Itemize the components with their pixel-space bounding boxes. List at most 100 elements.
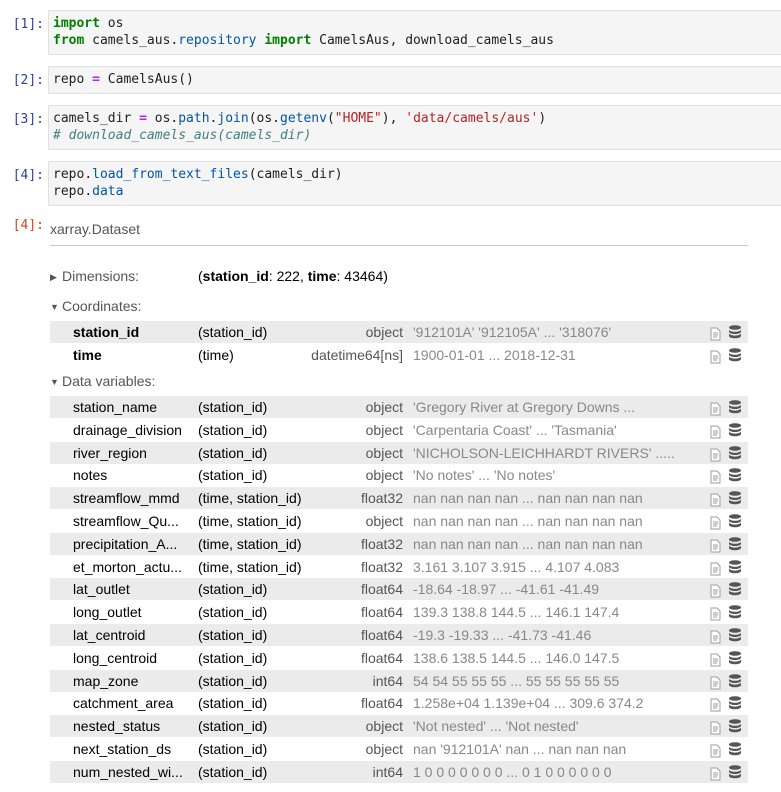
- variable-row[interactable]: precipitation_A... (time, station_id) floa…: [50, 532, 748, 555]
- var-dims: (station_id): [198, 581, 268, 598]
- code-line: from camels_aus.repository import Camels…: [53, 33, 554, 48]
- variable-row[interactable]: station_name (station_id) object 'Gregory R…: [50, 396, 748, 418]
- file-text-icon[interactable]: [708, 348, 722, 364]
- var-dtype: float64: [360, 627, 403, 643]
- database-icon[interactable]: [727, 422, 743, 438]
- file-text-icon[interactable]: [708, 400, 722, 416]
- database-icon[interactable]: [727, 399, 743, 415]
- var-dtype: float32: [360, 558, 403, 575]
- code-input[interactable]: repo = CamelsAus(): [48, 66, 781, 94]
- database-icon[interactable]: [727, 718, 743, 734]
- database-icon[interactable]: [727, 764, 743, 780]
- var-preview: 'No notes' ... 'No notes': [413, 467, 556, 484]
- file-text-icon[interactable]: [708, 325, 722, 341]
- database-icon[interactable]: [727, 741, 743, 757]
- database-icon[interactable]: [727, 347, 743, 363]
- database-icon[interactable]: [727, 673, 743, 689]
- dimensions-section-toggle[interactable]: ▶ Dimensions:: [50, 268, 139, 284]
- var-name: long_outlet: [73, 604, 142, 621]
- database-icon[interactable]: [727, 324, 743, 340]
- variable-row[interactable]: river_region (station_id) object 'NICHOLSON…: [50, 441, 748, 464]
- variable-row[interactable]: next_station_ds (station_id) object nan '91…: [50, 738, 748, 760]
- code-input[interactable]: camels_dir = os.path.join(os.getenv("HOM…: [48, 105, 781, 150]
- database-icon[interactable]: [727, 559, 743, 575]
- var-dtype: object: [365, 718, 403, 735]
- var-dims: (station_id): [198, 467, 268, 484]
- file-text-icon[interactable]: [708, 674, 722, 690]
- var-dims: (station_id): [198, 718, 268, 735]
- dataset-title: xarray.Dataset: [50, 221, 140, 237]
- file-text-icon[interactable]: [708, 491, 722, 507]
- file-text-icon[interactable]: [708, 514, 722, 530]
- database-icon[interactable]: [727, 536, 743, 552]
- var-dtype: float64: [360, 649, 403, 666]
- var-dtype: object: [365, 399, 403, 415]
- var-name: station_name: [73, 399, 158, 415]
- file-text-icon[interactable]: [708, 605, 722, 621]
- file-text-icon[interactable]: [708, 423, 722, 439]
- var-dtype: float64: [360, 604, 403, 621]
- code-line: camels_dir = os.path.join(os.getenv("HOM…: [53, 111, 547, 126]
- var-name: et_morton_actu...: [73, 558, 182, 575]
- database-icon[interactable]: [727, 627, 743, 643]
- variable-row[interactable]: lat_centroid (station_id) float64 -19.3 -19…: [50, 624, 748, 646]
- coordinates-section-toggle[interactable]: ▼ Coordinates:: [50, 298, 141, 314]
- var-name: drainage_division: [73, 421, 182, 438]
- database-icon[interactable]: [727, 513, 743, 529]
- file-text-icon[interactable]: [708, 719, 722, 735]
- file-text-icon[interactable]: [708, 696, 722, 712]
- var-dims: (station_id): [198, 444, 268, 461]
- var-preview: 'Not nested' ... 'Not nested': [413, 718, 579, 735]
- file-text-icon[interactable]: [708, 742, 722, 758]
- file-text-icon[interactable]: [708, 560, 722, 576]
- variable-row[interactable]: drainage_division (station_id) object 'Carp…: [50, 419, 748, 441]
- file-text-icon[interactable]: [708, 651, 722, 667]
- variable-row[interactable]: notes (station_id) object 'No notes' ... 'N…: [50, 464, 748, 486]
- file-text-icon[interactable]: [708, 468, 722, 484]
- database-icon[interactable]: [727, 650, 743, 666]
- var-preview: 'Carpentaria Coast' ... 'Tasmania': [413, 421, 617, 438]
- variable-row[interactable]: map_zone (station_id) int64 54 54 55 55 55 …: [50, 669, 748, 692]
- code-input[interactable]: import os from camels_aus.repository imp…: [48, 10, 781, 55]
- file-text-icon[interactable]: [708, 765, 722, 781]
- xarray-dataset-repr: xarray.Dataset ▶ Dimensions: (station_id:…: [50, 221, 748, 792]
- variable-row[interactable]: lat_outlet (station_id) float64 -18.64 -18.…: [50, 578, 748, 601]
- database-icon[interactable]: [727, 581, 743, 597]
- var-name: nested_status: [73, 718, 161, 735]
- var-preview: 1 0 0 0 0 0 0 0 ... 0 1 0 0 0 0 0 0: [413, 763, 612, 780]
- database-icon[interactable]: [727, 490, 743, 506]
- data-variables-section-toggle[interactable]: ▼ Data variables:: [50, 373, 155, 389]
- variable-row[interactable]: catchment_area (station_id) float64 1.258e+…: [50, 692, 748, 714]
- variable-row[interactable]: long_outlet (station_id) float64 139.3 138.…: [50, 601, 748, 623]
- variable-row[interactable]: et_morton_actu... (time, station_id) float…: [50, 556, 748, 578]
- caret-down-icon: ▼: [50, 302, 59, 312]
- file-text-icon[interactable]: [708, 582, 722, 598]
- var-dims: (time): [198, 346, 234, 363]
- var-preview: nan nan nan nan ... nan nan nan nan: [413, 535, 643, 552]
- var-dtype: int64: [372, 672, 403, 689]
- code-input[interactable]: repo.load_from_text_files(camels_dir) re…: [48, 161, 781, 206]
- var-dtype: float64: [360, 581, 403, 598]
- database-icon[interactable]: [727, 467, 743, 483]
- coordinate-row[interactable]: station_id (station_id) object '912101A' '9…: [50, 321, 748, 343]
- variable-row[interactable]: long_centroid (station_id) float64 138.6 13…: [50, 647, 748, 669]
- file-text-icon[interactable]: [708, 537, 722, 553]
- file-text-icon[interactable]: [708, 628, 722, 644]
- variable-row[interactable]: streamflow_mmd (time, station_id) float32 n…: [50, 487, 748, 510]
- var-dtype: float32: [360, 535, 403, 552]
- coordinate-row[interactable]: time (time) datetime64[ns] 1900-01-01 ... 2…: [50, 344, 748, 366]
- variable-row[interactable]: num_nested_wi... (station_id) int64 1 0 0 0…: [50, 760, 748, 783]
- var-dims: (time, station_id): [198, 490, 302, 507]
- var-preview: -19.3 -19.33 ... -41.73 -41.46: [413, 627, 592, 643]
- variable-row[interactable]: nested_status (station_id) object 'Not nest…: [50, 715, 748, 738]
- var-preview: 1.258e+04 1.139e+04 ... 309.6 374.2: [413, 695, 644, 712]
- variable-row[interactable]: streamflow_Qu... (time, station_id) object…: [50, 510, 748, 532]
- database-icon[interactable]: [727, 445, 743, 461]
- file-text-icon[interactable]: [708, 446, 722, 462]
- var-dtype: float32: [360, 490, 403, 507]
- var-name: lat_outlet: [73, 581, 130, 598]
- database-icon[interactable]: [727, 695, 743, 711]
- code-comment: # download_camels_aus(camels_dir): [53, 128, 312, 143]
- database-icon[interactable]: [727, 604, 743, 620]
- var-dims: (station_id): [198, 672, 268, 689]
